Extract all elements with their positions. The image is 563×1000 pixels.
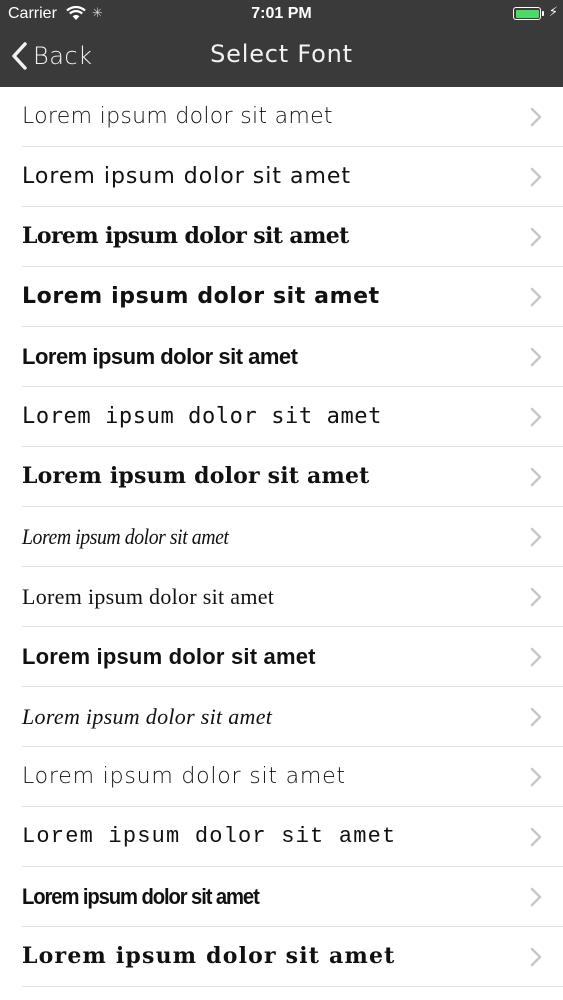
font-sample-label: Lorem ipsum dolor sit amet: [22, 284, 380, 309]
font-list: Lorem ipsum dolor sit amet Lorem ipsum d…: [0, 87, 563, 987]
font-sample-label: Lorem ipsum dolor sit amet: [22, 524, 229, 549]
chevron-right-icon: [530, 887, 542, 907]
chevron-right-icon: [530, 167, 542, 187]
font-row[interactable]: Lorem ipsum dolor sit amet: [0, 627, 563, 687]
chevron-right-icon: [530, 347, 542, 367]
font-row[interactable]: Lorem ipsum dolor sit amet: [0, 687, 563, 747]
font-row[interactable]: Lorem ipsum dolor sit amet: [0, 87, 563, 147]
battery-icon: [513, 7, 541, 20]
font-sample-label: Lorem ipsum dolor sit amet: [22, 644, 316, 669]
status-bar: Carrier ✳ 7:01 PM ⚡: [0, 0, 563, 28]
navigation-bar: Back Select Font: [0, 28, 563, 87]
font-row[interactable]: Lorem ipsum dolor sit amet: [0, 807, 563, 867]
font-row[interactable]: Lorem ipsum dolor sit amet: [0, 747, 563, 807]
chevron-right-icon: [530, 647, 542, 667]
chevron-right-icon: [530, 467, 542, 487]
font-row[interactable]: Lorem ipsum dolor sit amet: [0, 327, 563, 387]
battery-cap: [542, 11, 544, 16]
font-row[interactable]: Lorem ipsum dolor sit amet: [0, 927, 563, 987]
chevron-right-icon: [530, 227, 542, 247]
chevron-right-icon: [530, 707, 542, 727]
chevron-right-icon: [530, 527, 542, 547]
font-sample-label: Lorem ipsum dolor sit amet: [22, 764, 346, 789]
font-sample-label: Lorem ipsum dolor sit amet: [22, 884, 260, 909]
font-sample-label: Lorem ipsum dolor sit amet: [22, 344, 298, 369]
page-title: Select Font: [210, 40, 353, 68]
row-separator: [22, 986, 563, 987]
font-row[interactable]: Lorem ipsum dolor sit amet: [0, 867, 563, 927]
font-sample-label: Lorem ipsum dolor sit amet: [22, 704, 273, 729]
font-row[interactable]: Lorem ipsum dolor sit amet: [0, 387, 563, 447]
chevron-right-icon: [530, 107, 542, 127]
font-sample-label: Lorem ipsum dolor sit amet: [22, 943, 396, 969]
chevron-right-icon: [530, 287, 542, 307]
font-sample-label: Lorem ipsum dolor sit amet: [22, 404, 382, 429]
charging-bolt-icon: ⚡: [548, 5, 558, 20]
top-bar: Carrier ✳ 7:01 PM ⚡ Back Select Font: [0, 0, 563, 87]
font-row[interactable]: Lorem ipsum dolor sit amet: [0, 267, 563, 327]
font-sample-label: Lorem ipsum dolor sit amet: [22, 104, 333, 129]
font-sample-label: Lorem ipsum dolor sit amet: [22, 223, 349, 249]
font-row[interactable]: Lorem ipsum dolor sit amet: [0, 507, 563, 567]
font-row[interactable]: Lorem ipsum dolor sit amet: [0, 207, 563, 267]
chevron-right-icon: [530, 587, 542, 607]
chevron-right-icon: [530, 827, 542, 847]
font-row[interactable]: Lorem ipsum dolor sit amet: [0, 447, 563, 507]
font-sample-label: Lorem ipsum dolor sit amet: [22, 584, 275, 609]
font-sample-label: Lorem ipsum dolor sit amet: [22, 164, 352, 189]
font-row[interactable]: Lorem ipsum dolor sit amet: [0, 567, 563, 627]
font-row[interactable]: Lorem ipsum dolor sit amet: [0, 147, 563, 207]
status-time: 7:01 PM: [251, 5, 312, 22]
chevron-right-icon: [530, 407, 542, 427]
chevron-right-icon: [530, 767, 542, 787]
font-sample-label: Lorem ipsum dolor sit amet: [22, 463, 370, 489]
chevron-right-icon: [530, 947, 542, 967]
font-sample-label: Lorem ipsum dolor sit amet: [22, 824, 397, 849]
